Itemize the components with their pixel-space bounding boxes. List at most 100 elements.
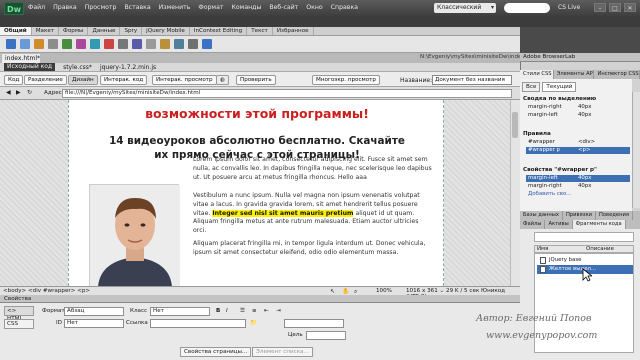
- page-canvas[interactable]: возможности этой программы! 14 видеоурок…: [68, 100, 444, 286]
- column-description[interactable]: Описание: [584, 246, 633, 252]
- rules-section-title[interactable]: Правила: [520, 130, 632, 138]
- cs-live-button[interactable]: CS Live: [558, 4, 580, 11]
- minimize-icon[interactable]: –: [594, 3, 606, 12]
- tab-assets[interactable]: Активы: [545, 220, 573, 229]
- tag-selector[interactable]: <body> <div #wrapper> <p>: [3, 288, 90, 294]
- id-select[interactable]: Нет: [64, 319, 124, 328]
- tab-incontext[interactable]: InContext Editing: [190, 27, 248, 35]
- refresh-icon[interactable]: ↻: [27, 89, 32, 96]
- menu-view[interactable]: Просмотр: [85, 4, 117, 14]
- paragraph-2[interactable]: Vestibulum a nunc ipsum. Nulla vel magna…: [193, 192, 433, 236]
- format-select[interactable]: Абзац: [64, 307, 124, 316]
- paragraph-1[interactable]: Lorem ipsum dolor sit amet, consectetur …: [193, 156, 433, 182]
- tab-spry[interactable]: Spry: [120, 27, 143, 35]
- tab-favorites[interactable]: Избранное: [273, 27, 314, 35]
- tab-behaviors[interactable]: Поведения: [596, 211, 633, 220]
- tag-chooser-icon[interactable]: [202, 39, 212, 49]
- property-row[interactable]: margin-right 40px: [526, 183, 630, 190]
- hyperlink-icon[interactable]: [6, 39, 16, 49]
- inspect-button[interactable]: Проверить: [236, 75, 276, 85]
- document-title-input[interactable]: Документ без названия: [432, 75, 512, 85]
- server-include-icon[interactable]: [132, 39, 142, 49]
- menu-modify[interactable]: Изменить: [159, 4, 191, 14]
- comment-icon[interactable]: [146, 39, 156, 49]
- div-icon[interactable]: [76, 39, 86, 49]
- menu-window[interactable]: Окно: [306, 4, 322, 14]
- live-code-button[interactable]: Интерак. код: [100, 75, 148, 85]
- anchor-icon[interactable]: [34, 39, 44, 49]
- script-icon[interactable]: [174, 39, 184, 49]
- related-file-css[interactable]: style.css*: [63, 64, 92, 71]
- related-file-jquery[interactable]: jquery-1.7.2.min.js: [100, 64, 156, 71]
- menu-commands[interactable]: Команды: [231, 4, 261, 14]
- mode-current-button[interactable]: Текущий: [542, 82, 577, 92]
- tab-css-inspect[interactable]: Инспектор CSS: [594, 70, 640, 79]
- browse-folder-icon[interactable]: 📁: [250, 320, 257, 326]
- tab-layout[interactable]: Макет: [32, 27, 60, 35]
- html-mode-button[interactable]: <> HTML: [4, 306, 34, 322]
- maximize-icon[interactable]: □: [609, 3, 621, 12]
- globe-icon[interactable]: ◍: [216, 75, 229, 85]
- italic-icon[interactable]: I: [226, 308, 228, 314]
- indent-icon[interactable]: ⇥: [276, 308, 281, 314]
- menu-insert[interactable]: Вставка: [124, 4, 150, 14]
- tab-bindings[interactable]: Привязки: [563, 211, 596, 220]
- page-headline[interactable]: возможности этой программы!: [69, 106, 445, 121]
- author-photo[interactable]: [89, 184, 180, 286]
- close-icon[interactable]: ✕: [624, 3, 636, 12]
- scrollbar-thumb[interactable]: [512, 112, 518, 138]
- tab-data[interactable]: Данные: [88, 27, 121, 35]
- menu-help[interactable]: Справка: [331, 4, 358, 14]
- summary-row[interactable]: margin-right 40px: [526, 104, 630, 111]
- tab-jquery-mobile[interactable]: jQuery Mobile: [142, 27, 190, 35]
- add-property-row[interactable]: Добавить сво...: [526, 191, 630, 198]
- summary-row[interactable]: margin-left 40px: [526, 112, 630, 119]
- snippet-item[interactable]: jQuery base: [537, 256, 633, 265]
- table-icon[interactable]: [62, 39, 72, 49]
- link-input[interactable]: [150, 319, 246, 328]
- css-mode-button[interactable]: CSS: [4, 319, 34, 329]
- hr-icon[interactable]: [48, 39, 58, 49]
- tab-snippets[interactable]: Фрагменты кода: [572, 220, 626, 229]
- css-panel-scrollbar[interactable]: [632, 92, 640, 208]
- design-view[interactable]: возможности этой программы! 14 видеоурок…: [0, 100, 520, 286]
- split-view-button[interactable]: Разделение: [24, 75, 67, 85]
- properties-header[interactable]: Свойства: [0, 295, 520, 303]
- hand-tool-icon[interactable]: ✋: [342, 288, 349, 295]
- target-select[interactable]: [306, 331, 346, 340]
- bold-icon[interactable]: B: [216, 308, 220, 314]
- multiscreen-button[interactable]: Многоэкр. просмотр: [312, 75, 380, 85]
- menu-edit[interactable]: Правка: [53, 4, 77, 14]
- code-view-button[interactable]: Код: [4, 75, 24, 85]
- tab-forms[interactable]: Формы: [59, 27, 89, 35]
- help-search-input[interactable]: [504, 3, 550, 13]
- back-icon[interactable]: ◀: [6, 89, 11, 96]
- live-view-button[interactable]: Интерак. просмотр: [152, 75, 217, 85]
- tab-text[interactable]: Текст: [247, 27, 273, 35]
- design-view-button[interactable]: Дизайн: [68, 75, 98, 85]
- zoom-level[interactable]: 100%: [376, 288, 392, 294]
- tab-css-styles[interactable]: Стили CSS: [520, 70, 554, 79]
- forward-icon[interactable]: ▶: [16, 89, 21, 96]
- outdent-icon[interactable]: ⇤: [264, 308, 269, 314]
- document-tab[interactable]: index.html*: [2, 54, 40, 63]
- class-select[interactable]: Нет: [150, 307, 210, 316]
- paragraph-3[interactable]: Aliquam placerat fringilla mi, in tempor…: [193, 240, 433, 258]
- tab-files[interactable]: Файлы: [520, 220, 546, 229]
- list-item-button[interactable]: Элемент списка...: [252, 347, 313, 357]
- tab-common[interactable]: Общий: [0, 27, 32, 35]
- property-row-selected[interactable]: margin-left 40px: [526, 175, 630, 182]
- title-input-field[interactable]: [284, 319, 344, 328]
- image-icon[interactable]: [90, 39, 100, 49]
- column-name[interactable]: Имя: [535, 246, 584, 252]
- menu-file[interactable]: Файл: [28, 4, 45, 14]
- head-icon[interactable]: [160, 39, 170, 49]
- menu-format[interactable]: Формат: [198, 4, 223, 14]
- rule-row[interactable]: #wrapper <div>: [526, 139, 630, 146]
- summary-section-title[interactable]: Сводка по выделению: [520, 95, 632, 103]
- date-icon[interactable]: [118, 39, 128, 49]
- unordered-list-icon[interactable]: ☰: [240, 308, 245, 314]
- menu-site[interactable]: Веб-сайт: [269, 4, 298, 14]
- tab-databases[interactable]: Базы данных: [520, 211, 563, 220]
- address-input[interactable]: file:///N|/Evgeniy/mySites/minisiteDw/in…: [62, 89, 512, 98]
